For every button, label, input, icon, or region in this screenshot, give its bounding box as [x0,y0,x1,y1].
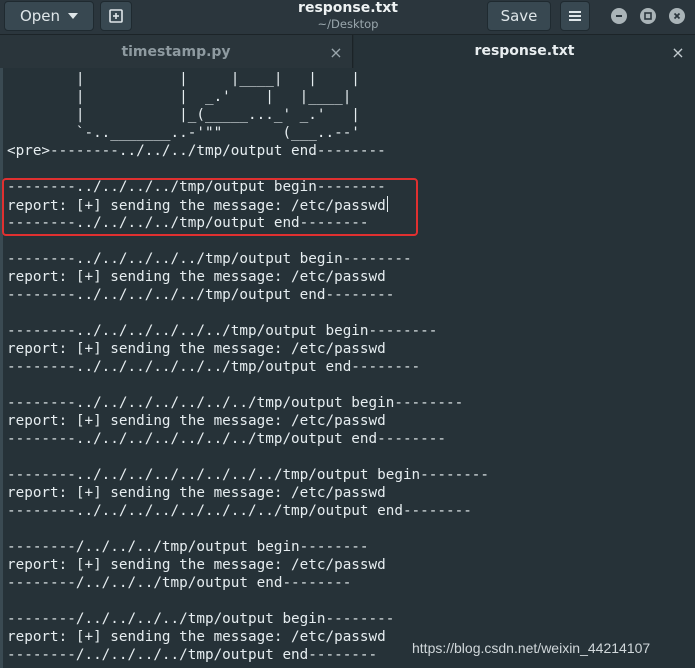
minimize-button[interactable] [611,8,627,24]
new-document-button[interactable] [100,1,132,31]
editor-line: report: [+] sending the message: /etc/pa… [7,557,386,573]
maximize-icon [644,12,652,20]
menu-button[interactable] [560,1,590,31]
window-subtitle: ~/Desktop [317,17,379,31]
open-button[interactable]: Open [4,1,94,31]
save-button-label: Save [500,7,538,25]
editor-text[interactable]: | | |____| | | | | _.' | |____| | |_(___… [7,70,489,664]
watermark-text: https://blog.csdn.net/weixin_44214107 [412,640,651,656]
editor-line: --------/../../../../tmp/output begin---… [7,611,395,627]
editor-line: --------../../../../../../../../tmp/outp… [7,503,472,519]
window-title: response.txt [298,0,398,16]
text-editor-area[interactable]: | | |____| | | | | _.' | |____| | |_(___… [0,68,695,668]
tab-close-icon[interactable]: × [670,43,686,62]
editor-line: --------../../../../../../../tmp/output … [7,395,464,411]
editor-line: | |_(_____..._' _.' | [7,107,360,123]
open-button-label: Open [19,7,61,25]
editor-line: | | |____| | | [7,71,360,87]
editor-line: --------/../../../tmp/output end-------- [7,575,352,591]
close-window-button[interactable] [669,8,685,24]
header-bar: Open response.txt ~/Desktop Save [0,0,695,35]
editor-line: | | _.' | |____| [7,89,352,105]
tab-timestamp-py[interactable]: timestamp.py × [0,35,353,68]
editor-line: --------../../../../../../../tmp/output … [7,431,446,447]
red-highlight-annotation [2,178,418,236]
editor-line: --------../../../../../../../../tmp/outp… [7,467,490,483]
tab-response-txt[interactable]: response.txt × [354,35,695,68]
editor-left-edge [0,68,3,668]
tab-label: response.txt [474,42,575,59]
close-icon [673,12,681,20]
editor-line: report: [+] sending the message: /etc/pa… [7,485,386,501]
window-title-area: response.txt ~/Desktop [250,0,446,31]
editor-line: --------../../../../../../tmp/output end… [7,359,421,375]
hamburger-menu-icon [569,11,581,21]
editor-line: --------/../../../tmp/output begin------… [7,539,369,555]
tab-close-icon[interactable]: × [328,43,344,62]
editor-line: --------../../../../../tmp/output begin-… [7,251,412,267]
chevron-down-icon [68,13,79,19]
editor-line: <pre>--------../../../tmp/output end----… [7,143,386,159]
editor-line: report: [+] sending the message: /etc/pa… [7,341,386,357]
editor-line: --------../../../../../tmp/output end---… [7,287,395,303]
save-button[interactable]: Save [487,1,551,31]
tab-bar: timestamp.py × response.txt × [0,35,695,68]
tab-label: timestamp.py [121,43,231,60]
editor-line: `-.._______..-'"" (___..--' [7,125,360,141]
maximize-button[interactable] [640,8,656,24]
editor-line: report: [+] sending the message: /etc/pa… [7,413,386,429]
minimize-icon [616,15,622,17]
editor-line: --------../../../../../../tmp/output beg… [7,323,438,339]
editor-line: report: [+] sending the message: /etc/pa… [7,269,386,285]
new-document-icon [109,9,123,23]
